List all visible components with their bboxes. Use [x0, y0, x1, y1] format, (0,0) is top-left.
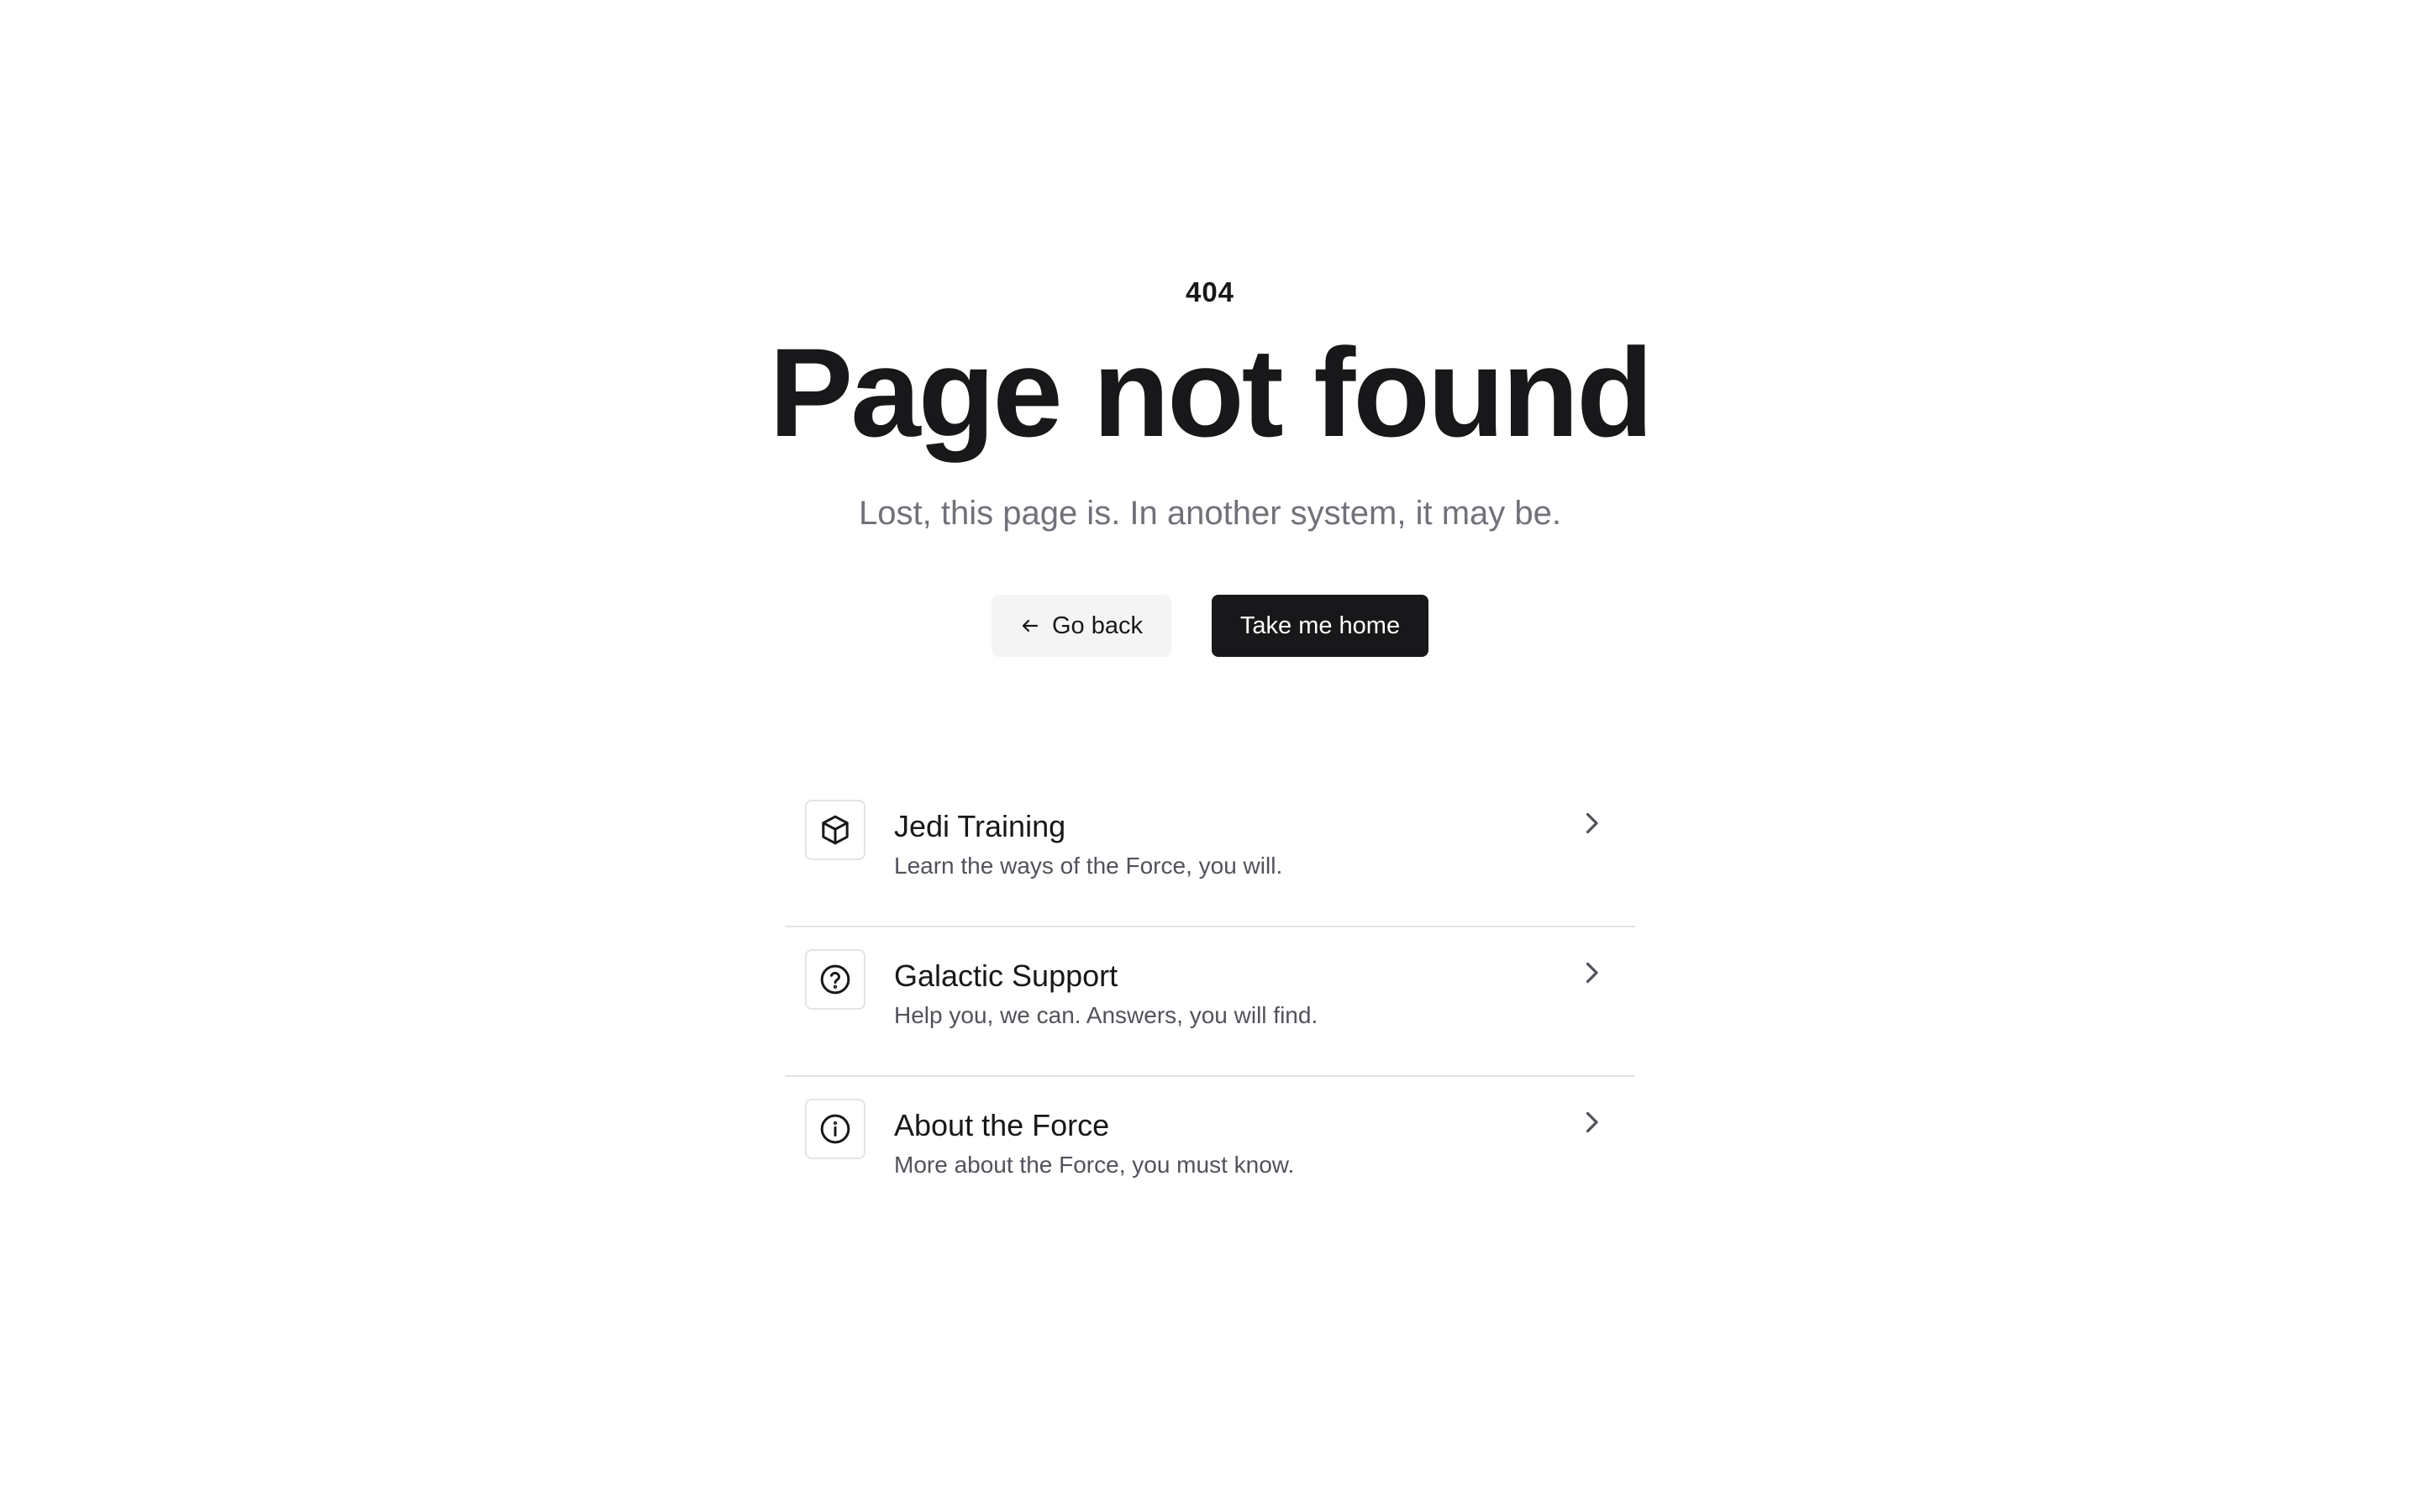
- link-icon-box: [805, 1099, 865, 1159]
- link-description: More about the Force, you must know.: [894, 1152, 1295, 1178]
- go-back-label: Go back: [1052, 612, 1143, 639]
- link-icon-box: [805, 949, 865, 1010]
- action-buttons: Go back Take me home: [992, 595, 1428, 657]
- link-galactic-support[interactable]: Galactic Support Help you, we can. Answe…: [785, 927, 1635, 1077]
- link-icon-box: [805, 800, 865, 860]
- link-title: Galactic Support: [894, 958, 1118, 993]
- link-text: About the Force More about the Force, yo…: [894, 1109, 1294, 1179]
- info-circle-icon: [820, 1114, 850, 1144]
- arrow-left-icon: [1020, 616, 1040, 636]
- link-text: Jedi Training Learn the ways of the Forc…: [894, 810, 1282, 880]
- link-description: Help you, we can. Answers, you will find…: [894, 1002, 1318, 1028]
- cube-icon: [822, 815, 849, 845]
- chevron-right-icon: [1586, 812, 1598, 834]
- chevron-right-icon: [1586, 1111, 1598, 1133]
- not-found-page: 404 Page not found Lost, this page is. I…: [0, 0, 2420, 1226]
- page-title: Page not found: [769, 322, 1654, 463]
- take-me-home-button[interactable]: Take me home: [1212, 595, 1428, 657]
- page-subtitle: Lost, this page is. In another system, i…: [859, 495, 1561, 532]
- error-code: 404: [1185, 276, 1235, 307]
- link-text: Galactic Support Help you, we can. Answe…: [894, 959, 1318, 1030]
- chevron-right-icon: [1586, 962, 1598, 984]
- link-description: Learn the ways of the Force, you will.: [894, 853, 1283, 879]
- link-title: Jedi Training: [894, 809, 1066, 843]
- help-links-list: Jedi Training Learn the ways of the Forc…: [785, 778, 1635, 1226]
- take-me-home-label: Take me home: [1239, 612, 1401, 639]
- link-jedi-training[interactable]: Jedi Training Learn the ways of the Forc…: [785, 778, 1635, 927]
- help-circle-icon: [820, 964, 850, 995]
- link-about-the-force[interactable]: About the Force More about the Force, yo…: [785, 1077, 1635, 1226]
- link-title: About the Force: [894, 1108, 1110, 1142]
- go-back-button[interactable]: Go back: [992, 595, 1171, 657]
